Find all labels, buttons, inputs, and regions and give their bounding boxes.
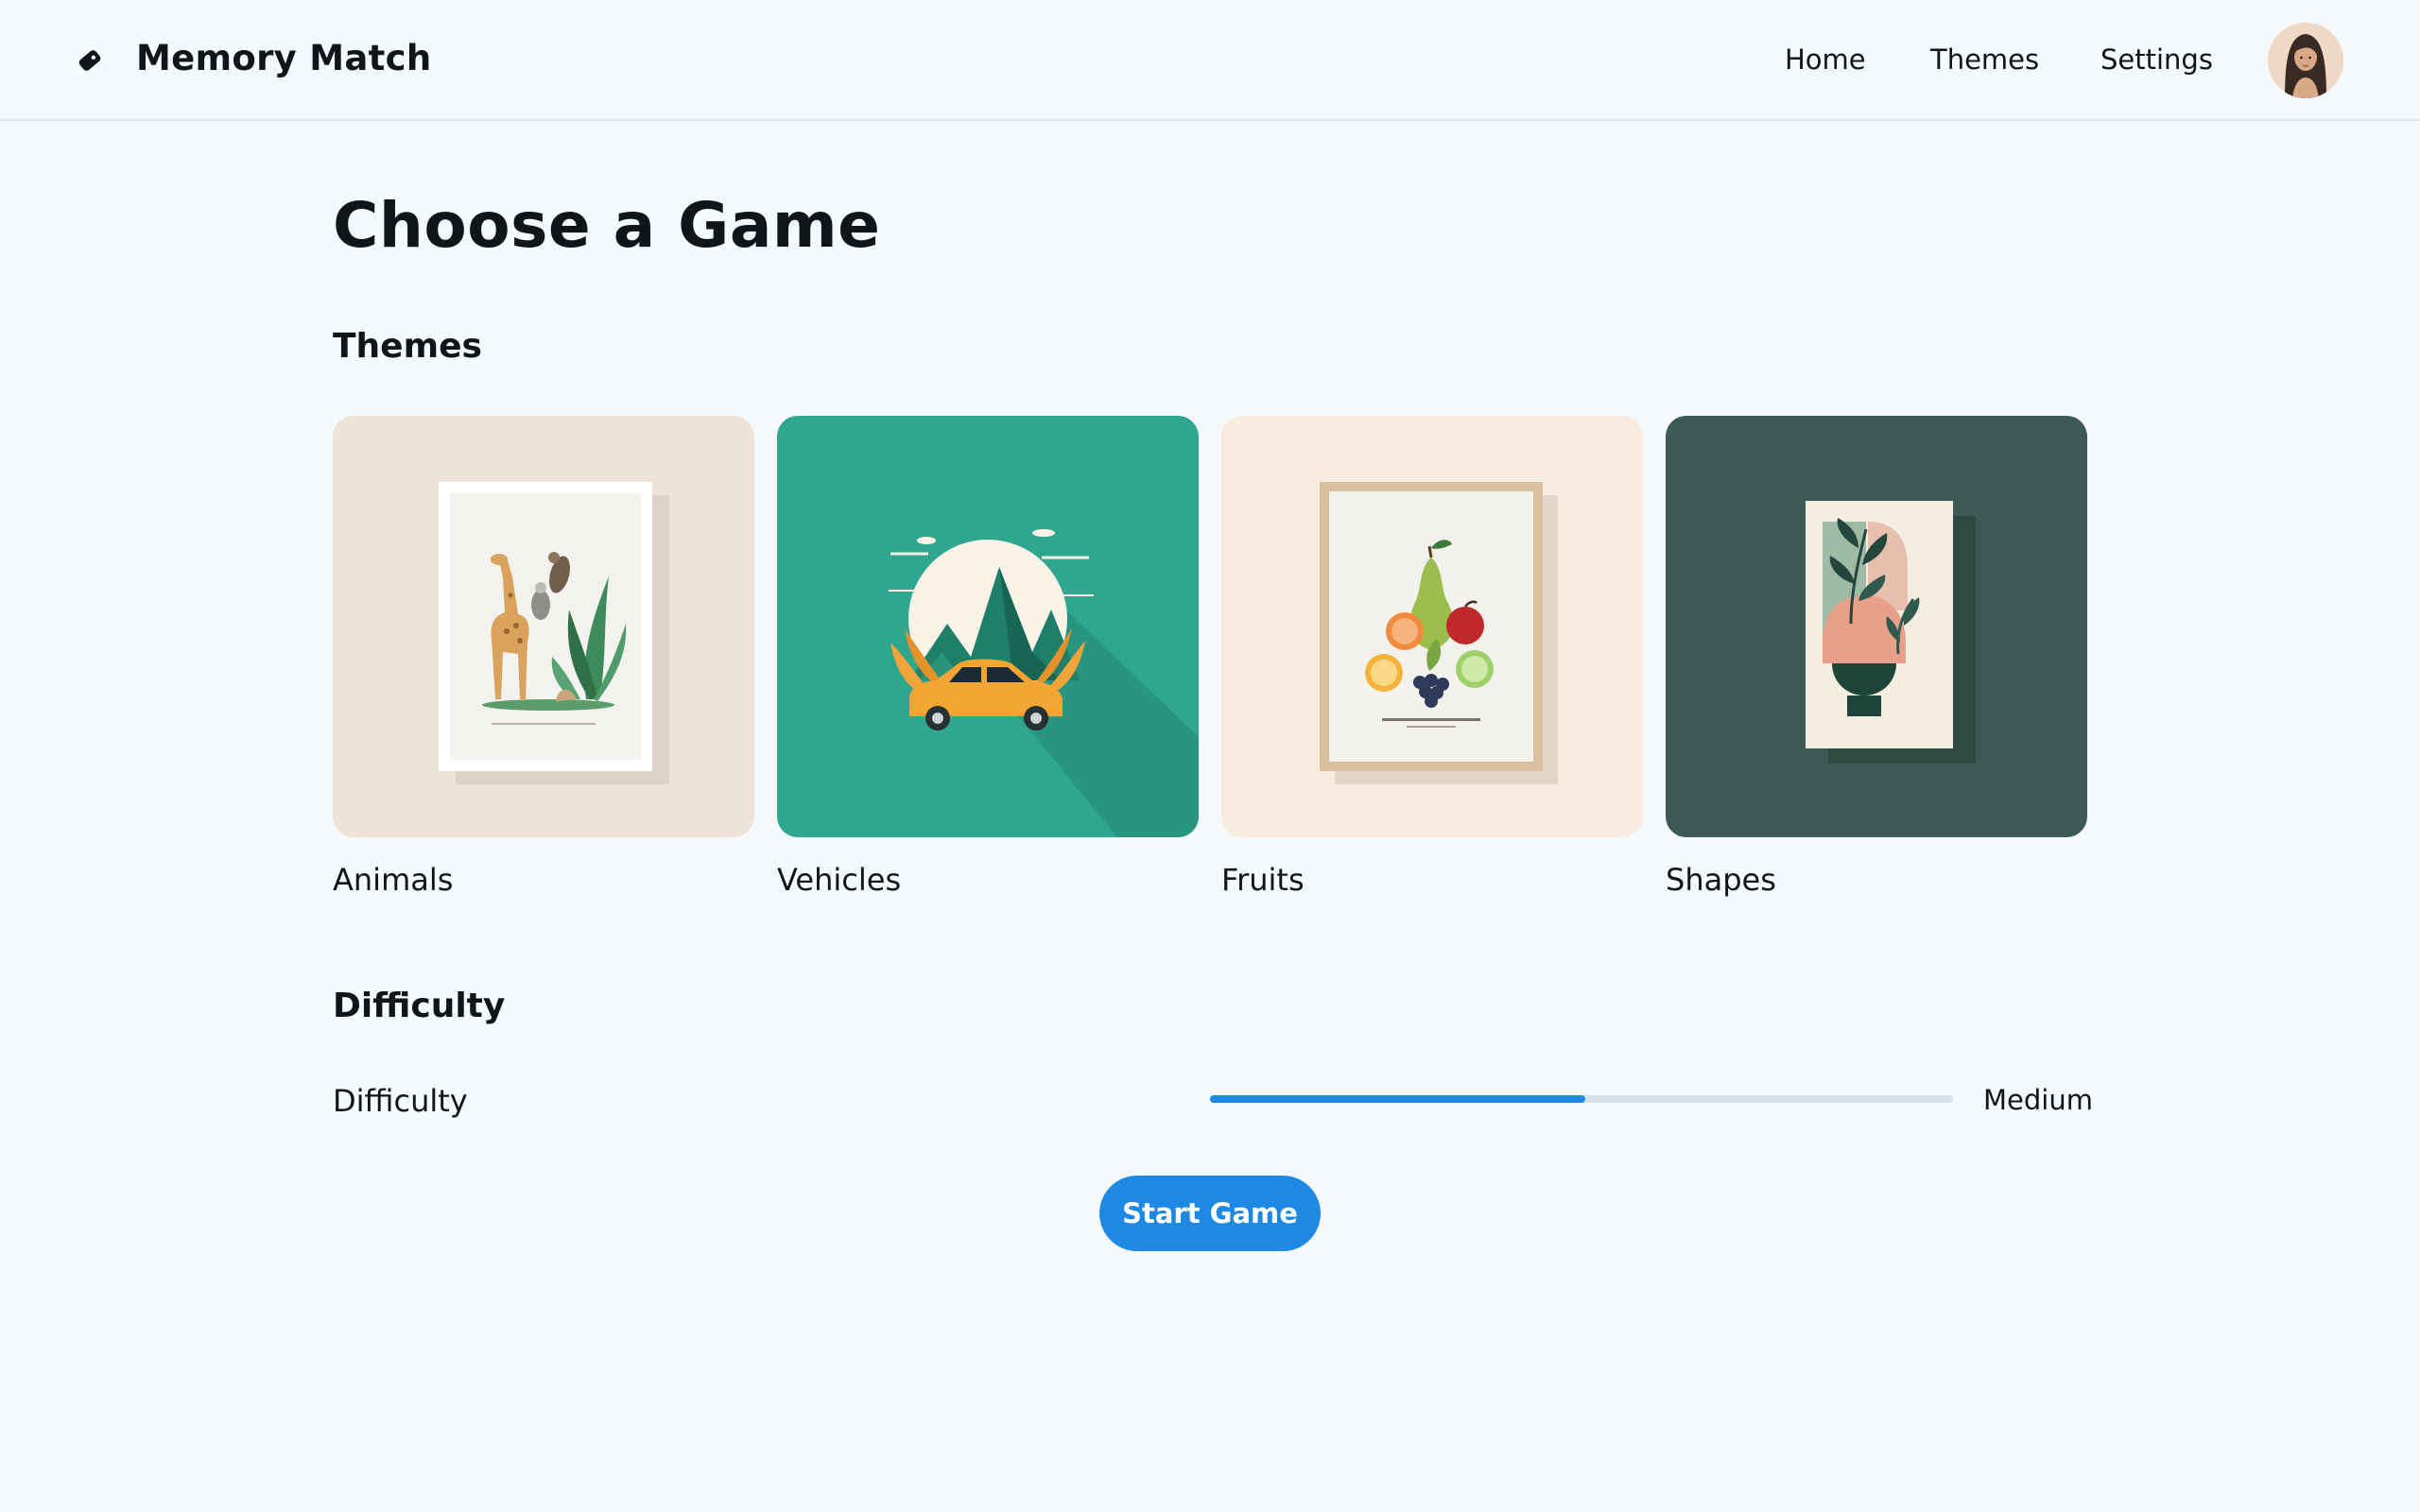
difficulty-label: Difficulty: [333, 1083, 468, 1119]
user-avatar[interactable]: [2268, 23, 2343, 98]
top-bar: Memory Match Home Themes Settings: [0, 0, 2420, 121]
tag-icon: [78, 50, 101, 71]
difficulty-value: Medium: [1983, 1084, 2093, 1116]
vehicles-theme-image: [777, 416, 1199, 837]
theme-card-vehicles[interactable]: Vehicles: [777, 416, 1199, 898]
themes-heading: Themes: [333, 327, 482, 366]
difficulty-slider[interactable]: [1210, 1095, 1953, 1103]
theme-label-fruits: Fruits: [1221, 862, 1305, 898]
nav-settings-link[interactable]: Settings: [2100, 43, 2213, 76]
nav-themes-link[interactable]: Themes: [1930, 43, 2039, 76]
theme-card-fruits[interactable]: Fruits: [1221, 416, 1643, 898]
theme-label-animals: Animals: [333, 862, 454, 898]
theme-label-shapes: Shapes: [1666, 862, 1776, 898]
fruits-theme-image: [1221, 416, 1643, 837]
user-portrait-image: [2268, 23, 2343, 98]
shapes-theme-image: [1666, 416, 2087, 837]
difficulty-heading: Difficulty: [333, 987, 506, 1025]
theme-label-vehicles: Vehicles: [777, 862, 902, 898]
animals-theme-image: [333, 416, 754, 837]
app-title: Memory Match: [136, 38, 432, 78]
difficulty-slider-fill: [1210, 1095, 1585, 1103]
nav-home-link[interactable]: Home: [1785, 43, 1866, 76]
theme-card-shapes[interactable]: Shapes: [1666, 416, 2087, 898]
start-game-button[interactable]: Start Game: [1099, 1176, 1321, 1251]
page-title: Choose a Game: [333, 189, 881, 262]
theme-card-animals[interactable]: Animals: [333, 416, 754, 898]
